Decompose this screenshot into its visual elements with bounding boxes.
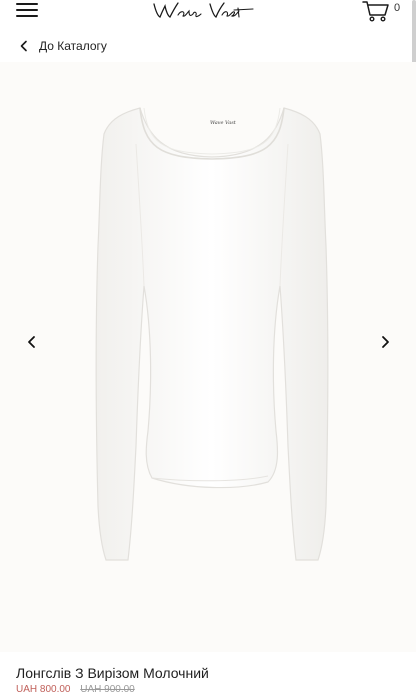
gallery-next-arrow[interactable]: [377, 334, 393, 350]
hamburger-menu-icon[interactable]: [16, 1, 38, 19]
product-title: Лонгслів З Вирізом Молочний: [16, 665, 209, 681]
shopping-cart-icon: [362, 1, 389, 22]
sale-price: UAH 800.00: [16, 684, 71, 695]
header: 0: [0, 0, 416, 30]
original-price: UAH 900.00: [80, 684, 135, 695]
product-prices: UAH 800.00 UAH 900.00: [16, 684, 135, 695]
cart-button[interactable]: 0: [362, 0, 402, 22]
back-to-catalog-link[interactable]: До Каталогу: [18, 38, 107, 54]
back-link-label: До Каталогу: [39, 39, 107, 53]
garment-label: Wave Vast: [210, 120, 237, 126]
gallery-prev-arrow[interactable]: [24, 334, 40, 350]
cart-count-badge: 0: [394, 2, 401, 14]
product-image[interactable]: Wave Vast: [40, 86, 380, 586]
chevron-left-icon: [20, 40, 27, 52]
brand-logo[interactable]: [150, 0, 254, 22]
